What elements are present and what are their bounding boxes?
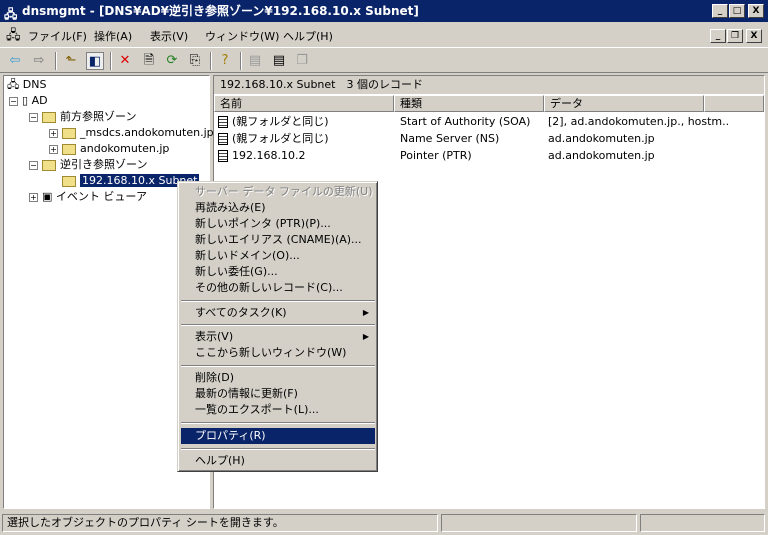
properties-icon[interactable]: 🗎 bbox=[140, 52, 158, 70]
collapse-icon[interactable]: − bbox=[29, 160, 38, 170]
forward-icon[interactable]: ⇨ bbox=[30, 52, 48, 70]
toolbar: ⇦ ⇨ ⬑ ◧ ✕ 🗎 ⟳ ⎘ ? ▤ ▤ ❐ bbox=[0, 47, 768, 73]
menu-help[interactable]: ヘルプ(H) bbox=[283, 28, 333, 44]
zone-icon bbox=[62, 175, 76, 187]
expand-icon[interactable]: + bbox=[49, 128, 58, 138]
tree-node-event-viewer[interactable]: + ▣ イベント ビューア bbox=[29, 189, 147, 205]
menu-bar: 🖧 ファイル(F) 操作(A) 表示(V) ウィンドウ(W) ヘルプ(H) _ … bbox=[0, 24, 768, 46]
column-type[interactable]: 種類 bbox=[394, 95, 544, 112]
table-row[interactable]: (親フォルダと同じ) Name Server (NS) ad.andokomuten… bbox=[214, 130, 764, 147]
tree-node-andokomuten-zone[interactable]: + andokomuten.jp bbox=[49, 141, 169, 157]
zone-icon bbox=[62, 143, 76, 155]
menu-item-export-list[interactable]: 一覧のエクスポート(L)... bbox=[181, 402, 375, 418]
menu-item-view[interactable]: 表示(V) ▶ bbox=[181, 329, 375, 345]
record-icon[interactable]: ▤ bbox=[270, 52, 288, 70]
record-icon bbox=[218, 116, 228, 128]
back-icon[interactable]: ⇦ bbox=[6, 52, 24, 70]
record-icon bbox=[218, 133, 228, 145]
menu-item-new-domain[interactable]: 新しいドメイン(O)... bbox=[181, 248, 375, 264]
show-hide-tree-icon[interactable]: ◧ bbox=[86, 52, 104, 70]
menu-item-refresh[interactable]: 最新の情報に更新(F) bbox=[181, 386, 375, 402]
help-icon[interactable]: ? bbox=[216, 52, 234, 70]
status-panel bbox=[441, 514, 637, 532]
record-icon bbox=[218, 150, 228, 162]
status-bar: 選択したオブジェクトのプロパティ シートを開きます。 bbox=[0, 512, 768, 534]
collapse-icon[interactable]: − bbox=[9, 96, 18, 106]
menu-item-new-pointer[interactable]: 新しいポインタ (PTR)(P)... bbox=[181, 216, 375, 232]
mmc-icon: 🖧 bbox=[6, 28, 21, 43]
menu-item-new-alias[interactable]: 新しいエイリアス (CNAME)(A)... bbox=[181, 232, 375, 248]
expand-icon[interactable]: + bbox=[49, 144, 58, 154]
menu-item-all-tasks[interactable]: すべてのタスク(K) ▶ bbox=[181, 305, 375, 321]
table-row[interactable]: 192.168.10.2 Pointer (PTR) ad.andokomuten.… bbox=[214, 147, 764, 164]
menu-item-help[interactable]: ヘルプ(H) bbox=[181, 453, 375, 469]
column-data[interactable]: データ bbox=[544, 95, 704, 112]
results-header: 192.168.10.x Subnet 3 個のレコード bbox=[214, 76, 764, 94]
folder-icon bbox=[42, 111, 56, 123]
submenu-arrow-icon: ▶ bbox=[362, 308, 369, 317]
delete-icon[interactable]: ✕ bbox=[116, 52, 134, 70]
menu-view[interactable]: 表示(V) bbox=[150, 28, 188, 44]
server-icon[interactable]: ▤ bbox=[246, 52, 264, 70]
dns-icon: 🖧 bbox=[7, 78, 23, 91]
menu-file[interactable]: ファイル(F) bbox=[28, 28, 87, 44]
maximize-button[interactable]: □ bbox=[729, 4, 745, 18]
menu-item-update-server-data[interactable]: サーバー データ ファイルの更新(U) bbox=[181, 184, 375, 200]
close-button[interactable]: X bbox=[748, 4, 764, 18]
refresh-icon[interactable]: ⟳ bbox=[163, 52, 181, 70]
menu-item-new-delegation[interactable]: 新しい委任(G)... bbox=[181, 264, 375, 280]
app-icon: 🖧 bbox=[4, 7, 18, 21]
copy-icon[interactable]: ❐ bbox=[293, 52, 311, 70]
column-filler bbox=[704, 95, 764, 112]
mdi-close-button[interactable]: X bbox=[746, 29, 762, 43]
submenu-arrow-icon: ▶ bbox=[362, 332, 369, 341]
context-menu: サーバー データ ファイルの更新(U) 再読み込み(E) 新しいポインタ (PT… bbox=[177, 181, 378, 472]
menu-window[interactable]: ウィンドウ(W) bbox=[205, 28, 279, 44]
event-viewer-icon: ▣ bbox=[42, 190, 56, 203]
zone-icon bbox=[62, 127, 76, 139]
minimize-button[interactable]: _ bbox=[712, 4, 728, 18]
table-row[interactable]: (親フォルダと同じ) Start of Authority (SOA) [2], a… bbox=[214, 113, 764, 130]
menu-item-properties[interactable]: プロパティ(R) bbox=[181, 428, 375, 444]
column-name[interactable]: 名前 bbox=[214, 95, 394, 112]
tree-node-msdcs-zone[interactable]: + _msdcs.andokomuten.jp bbox=[49, 125, 214, 141]
server-icon: ▯ bbox=[22, 94, 32, 107]
expand-icon[interactable]: + bbox=[29, 192, 38, 202]
status-text: 選択したオブジェクトのプロパティ シートを開きます。 bbox=[2, 514, 438, 532]
tree-node-forward-zones[interactable]: − 前方参照ゾーン bbox=[29, 109, 136, 125]
mdi-restore-button[interactable]: ❐ bbox=[727, 29, 743, 43]
tree-node-dns[interactable]: 🖧 DNS bbox=[7, 77, 46, 93]
collapse-icon[interactable]: − bbox=[29, 112, 38, 122]
menu-action[interactable]: 操作(A) bbox=[94, 28, 132, 44]
up-folder-icon[interactable]: ⬑ bbox=[62, 52, 80, 70]
mdi-minimize-button[interactable]: _ bbox=[710, 29, 726, 43]
tree-node-ad[interactable]: − ▯ AD bbox=[9, 93, 48, 109]
export-list-icon[interactable]: ⎘ bbox=[186, 52, 204, 70]
status-panel bbox=[640, 514, 765, 532]
menu-item-delete[interactable]: 削除(D) bbox=[181, 370, 375, 386]
menu-item-reload[interactable]: 再読み込み(E) bbox=[181, 200, 375, 216]
menu-item-other-records[interactable]: その他の新しいレコード(C)... bbox=[181, 280, 375, 296]
title-bar: 🖧 dnsmgmt - [DNS¥AD¥逆引き参照ゾーン¥192.168.10.… bbox=[0, 0, 768, 22]
menu-item-new-window[interactable]: ここから新しいウィンドウ(W) bbox=[181, 345, 375, 361]
folder-icon bbox=[42, 159, 56, 171]
window-title: dnsmgmt - [DNS¥AD¥逆引き参照ゾーン¥192.168.10.x … bbox=[22, 4, 419, 18]
tree-node-reverse-zones[interactable]: − 逆引き参照ゾーン bbox=[29, 157, 147, 173]
